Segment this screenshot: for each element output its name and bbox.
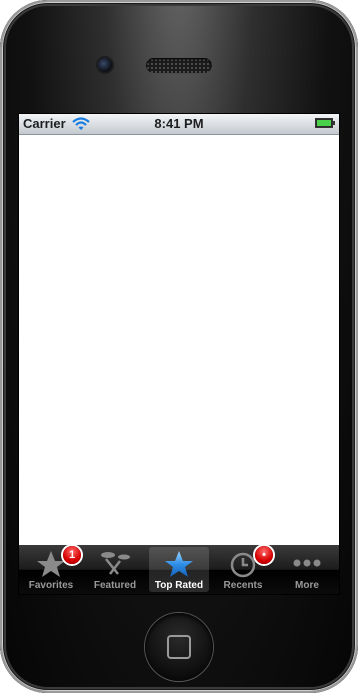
tab-label: Top Rated bbox=[154, 580, 204, 591]
tab-label: Featured bbox=[93, 580, 137, 591]
tab-label: More bbox=[295, 580, 319, 591]
tab-bar: 1 Favorites Featured Top Rated • Recents… bbox=[19, 545, 339, 594]
tab-featured[interactable]: Featured bbox=[85, 547, 145, 592]
status-time: 8:41 PM bbox=[154, 116, 204, 131]
tab-label: Recents bbox=[223, 580, 263, 591]
tab-label: Favorites bbox=[28, 580, 74, 591]
iphone-device-frame: Carrier 8:41 PM 1 Favorites Featured Top… bbox=[0, 0, 358, 693]
main-content-area[interactable] bbox=[19, 135, 339, 545]
more-icon bbox=[293, 559, 321, 567]
status-bar: Carrier 8:41 PM bbox=[19, 114, 339, 135]
phone-screen: Carrier 8:41 PM 1 Favorites Featured Top… bbox=[19, 114, 339, 594]
home-button[interactable] bbox=[145, 613, 213, 681]
earpiece-speaker bbox=[146, 58, 212, 73]
tab-recents[interactable]: • Recents bbox=[213, 546, 273, 592]
tab-top-rated[interactable]: Top Rated bbox=[149, 547, 209, 592]
featured-icon bbox=[101, 552, 130, 575]
star-icon bbox=[37, 551, 65, 577]
home-square-icon bbox=[167, 635, 191, 659]
star-icon bbox=[165, 551, 193, 577]
tab-badge-recents: • bbox=[255, 546, 273, 564]
tab-badge-favorites: 1 bbox=[63, 546, 81, 564]
battery-icon bbox=[315, 118, 335, 128]
tab-favorites[interactable]: 1 Favorites bbox=[21, 546, 81, 592]
clock-icon bbox=[230, 552, 256, 578]
tab-more[interactable]: More bbox=[277, 547, 337, 592]
front-camera bbox=[98, 58, 112, 72]
